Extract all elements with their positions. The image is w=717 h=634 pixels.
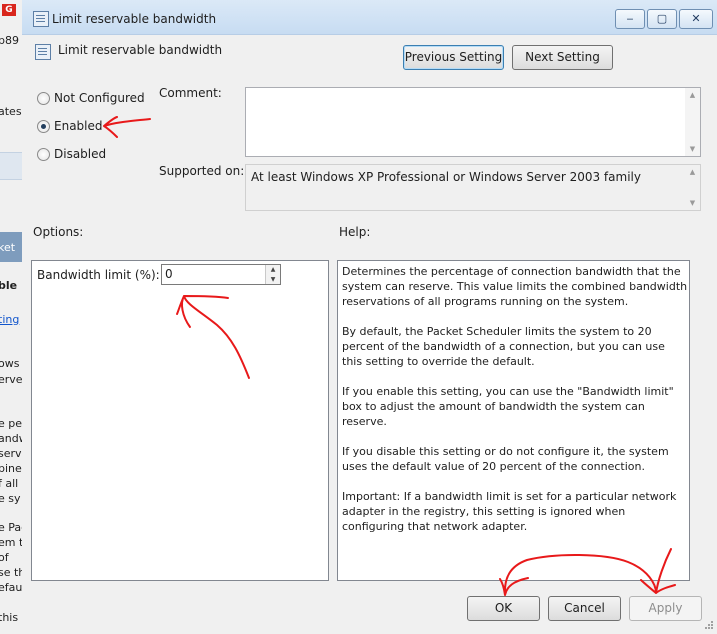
radio-label: Disabled: [54, 147, 107, 161]
cancel-button[interactable]: Cancel: [548, 596, 621, 621]
bg-text-fragment: e pe: [0, 417, 22, 430]
help-paragraph: Determines the percentage of connection …: [342, 265, 688, 308]
scroll-up-icon[interactable]: ▲: [685, 165, 700, 179]
setting-title: Limit reservable bandwidth: [58, 43, 223, 57]
maximize-button[interactable]: ▢: [647, 9, 677, 29]
scroll-down-icon[interactable]: ▼: [685, 142, 700, 156]
bg-text-fragment: ows: [0, 357, 20, 370]
help-paragraph: By default, the Packet Scheduler limits …: [342, 325, 665, 368]
radio-button-selected[interactable]: [37, 120, 50, 133]
bg-text-fragment: erve: [0, 373, 22, 386]
bg-text-fragment: e sy: [0, 492, 21, 505]
supported-on-value: At least Windows XP Professional or Wind…: [251, 170, 641, 184]
bandwidth-limit-value[interactable]: 0: [165, 267, 173, 281]
window-title: Limit reservable bandwidth: [52, 12, 217, 26]
bandwidth-limit-spinbox[interactable]: 0 ▲ ▼: [161, 264, 281, 285]
options-heading: Options:: [33, 225, 84, 239]
radio-label: Not Configured: [54, 91, 145, 105]
help-paragraph: If you disable this setting or do not co…: [342, 445, 669, 473]
bg-link-fragment[interactable]: ting: [0, 313, 19, 326]
radio-label: Enabled: [54, 119, 103, 133]
bg-panel-strip: [0, 152, 22, 180]
window-policy-icon: [33, 11, 49, 27]
help-text: Determines the percentage of connection …: [342, 264, 688, 549]
bg-text-fragment: andw: [0, 432, 22, 445]
comment-label: Comment:: [159, 86, 222, 100]
resize-grip-icon[interactable]: [702, 620, 714, 632]
bg-text-fragment: ates: [0, 105, 22, 118]
help-heading: Help:: [339, 225, 371, 239]
supported-on-field: At least Windows XP Professional or Wind…: [245, 164, 701, 211]
close-button[interactable]: ✕: [679, 9, 713, 29]
app-logo-icon: G: [2, 4, 16, 16]
bg-text-fragment: serv: [0, 447, 22, 460]
bg-text-fragment: ble: [0, 279, 18, 292]
help-paragraph: Important: If a bandwidth limit is set f…: [342, 490, 677, 533]
spin-up-icon[interactable]: ▲: [266, 265, 280, 274]
radio-button[interactable]: [37, 92, 50, 105]
comment-scrollbar[interactable]: ▲ ▼: [685, 88, 700, 156]
bg-text-fragment: e Pac: [0, 521, 22, 534]
previous-setting-button[interactable]: Previous Setting: [403, 45, 504, 70]
bg-text-fragment: bine: [0, 462, 22, 475]
help-paragraph: If you enable this setting, you can use …: [342, 385, 674, 428]
radio-button[interactable]: [37, 148, 50, 161]
bandwidth-limit-label: Bandwidth limit (%):: [37, 268, 160, 282]
ok-button[interactable]: OK: [467, 596, 540, 621]
supported-scrollbar[interactable]: ▲ ▼: [685, 165, 700, 210]
bg-text-fragment: b89: [0, 34, 19, 47]
scroll-down-icon[interactable]: ▼: [685, 196, 700, 210]
bg-text-fragment: of: [0, 551, 9, 564]
bg-text-fragment: em t: [0, 536, 22, 549]
comment-textarea[interactable]: ▲ ▼: [245, 87, 701, 157]
bg-text-fragment: efau: [0, 581, 22, 594]
supported-on-label: Supported on:: [159, 164, 245, 178]
background-window: G b89 ates ket ble ting ows erve e pe an…: [0, 0, 22, 634]
minimize-button[interactable]: ‒: [615, 9, 645, 29]
policy-setting-icon: [35, 44, 51, 60]
bg-text-fragment: se th: [0, 566, 22, 579]
bg-text-fragment: ket: [0, 241, 16, 254]
spin-down-icon[interactable]: ▼: [266, 275, 280, 284]
spin-buttons[interactable]: ▲ ▼: [265, 265, 280, 284]
bg-text-fragment: f all: [0, 477, 19, 490]
apply-button[interactable]: Apply: [629, 596, 702, 621]
scroll-up-icon[interactable]: ▲: [685, 88, 700, 102]
options-panel: [31, 260, 329, 581]
next-setting-button[interactable]: Next Setting: [512, 45, 613, 70]
bg-text-fragment: this: [0, 611, 19, 624]
help-panel: Determines the percentage of connection …: [337, 260, 690, 581]
